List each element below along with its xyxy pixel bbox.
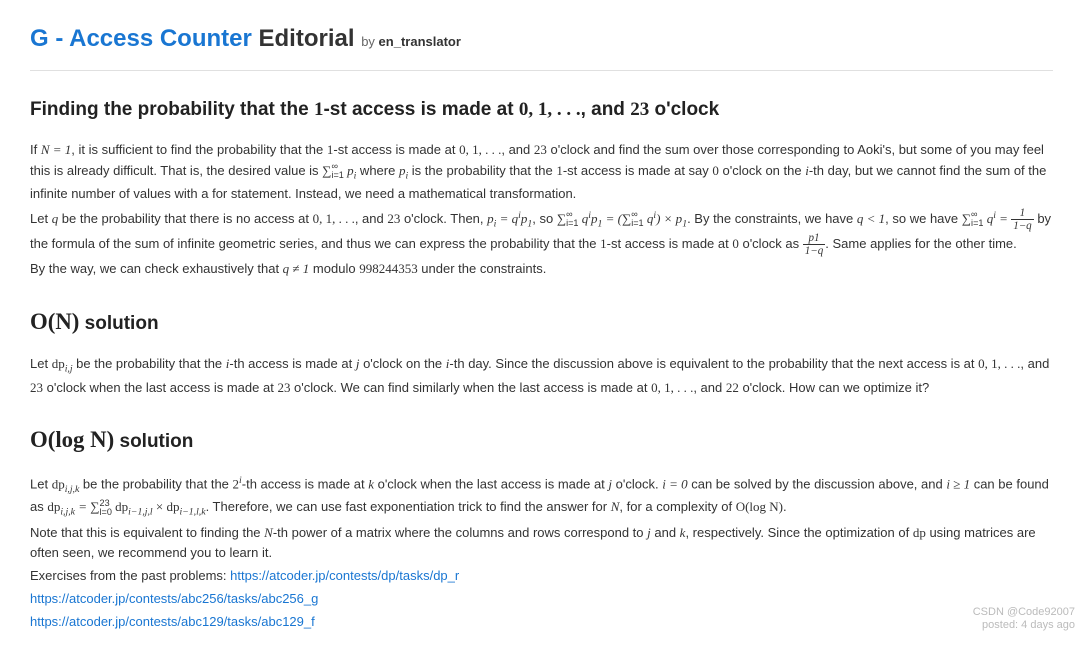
paragraph-1: If N = 1, it is sufficient to find the p… — [30, 140, 1053, 205]
exercise-link-1[interactable]: https://atcoder.jp/contests/dp/tasks/dp_… — [230, 568, 459, 583]
section-heading-1: Finding the probability that the 1-st ac… — [30, 95, 1053, 125]
paragraph-4: Let dpi,j be the probability that the i-… — [30, 354, 1053, 398]
title-bar: G - Access Counter Editorial by en_trans… — [30, 20, 1053, 71]
section-heading-3: O(log N) solution — [30, 422, 1053, 458]
paragraph-3: By the way, we can check exhaustively th… — [30, 259, 1053, 280]
exercise-link-3[interactable]: https://atcoder.jp/contests/abc129/tasks… — [30, 614, 315, 629]
exercise-link-2[interactable]: https://atcoder.jp/contests/abc256/tasks… — [30, 591, 318, 606]
byline: by en_translator — [361, 34, 461, 49]
paragraph-6: Note that this is equivalent to finding … — [30, 523, 1053, 565]
paragraph-2: Let q be the probability that there is n… — [30, 207, 1053, 258]
paragraph-link-3: https://atcoder.jp/contests/abc129/tasks… — [30, 612, 1053, 633]
title-suffix: Editorial — [252, 25, 355, 52]
section-heading-2: O(N) solution — [30, 304, 1053, 340]
paragraph-exercises: Exercises from the past problems: https:… — [30, 566, 1053, 587]
paragraph-5: Let dpi,j,k be the probability that the … — [30, 473, 1053, 521]
problem-link[interactable]: G - Access Counter — [30, 25, 252, 52]
author-name: en_translator — [379, 34, 461, 49]
paragraph-link-2: https://atcoder.jp/contests/abc256/tasks… — [30, 589, 1053, 610]
page-title: G - Access Counter Editorial by en_trans… — [30, 20, 1053, 58]
